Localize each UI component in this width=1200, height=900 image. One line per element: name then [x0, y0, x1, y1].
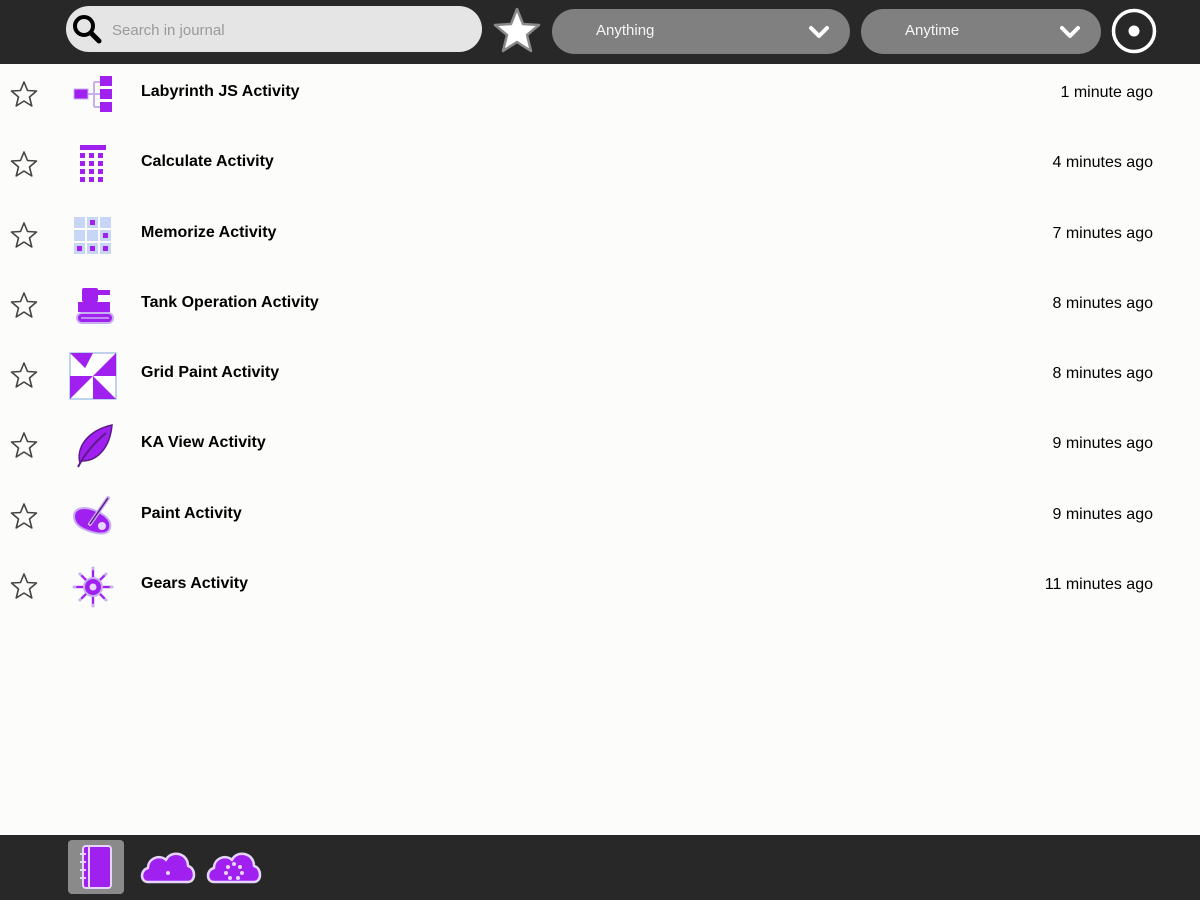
calculate-icon[interactable] [68, 140, 118, 190]
search-bar [66, 6, 482, 52]
list-item: Grid Paint Activity 8 minutes ago [0, 345, 1200, 415]
journal-icon [80, 845, 112, 889]
top-toolbar: Anything Anytime [0, 0, 1200, 64]
entry-title[interactable]: Gears Activity [141, 575, 248, 593]
entry-time: 9 minutes ago [1052, 435, 1153, 453]
list-item: Memorize Activity 7 minutes ago [0, 205, 1200, 275]
entry-time: 8 minutes ago [1052, 365, 1153, 383]
tab-private-cloud[interactable] [138, 840, 196, 894]
journal-list: Labyrinth JS Activity 1 minute ago Calcu… [0, 64, 1200, 626]
list-item: Paint Activity 9 minutes ago [0, 486, 1200, 556]
chevron-down-icon [1060, 26, 1080, 38]
memorize-icon[interactable] [68, 211, 118, 261]
list-item: Labyrinth JS Activity 1 minute ago [0, 64, 1200, 134]
list-item: Calculate Activity 4 minutes ago [0, 134, 1200, 204]
bottom-toolbar [0, 835, 1200, 900]
entry-time: 7 minutes ago [1052, 224, 1153, 242]
favorite-star-icon[interactable] [10, 291, 38, 319]
entry-time: 9 minutes ago [1052, 505, 1153, 523]
list-item: KA View Activity 9 minutes ago [0, 415, 1200, 485]
favorite-star-icon[interactable] [10, 221, 38, 249]
labyrinth-icon[interactable] [68, 70, 118, 120]
tab-journal[interactable] [68, 840, 124, 894]
type-filter-dropdown[interactable]: Anything [552, 9, 850, 54]
search-input[interactable] [110, 14, 464, 46]
paint-icon[interactable] [68, 492, 118, 542]
gears-icon[interactable] [68, 562, 118, 612]
favorite-star-icon[interactable] [10, 80, 38, 108]
favorites-filter-star-icon[interactable] [492, 6, 542, 54]
entry-time: 8 minutes ago [1052, 294, 1153, 312]
entry-title[interactable]: Labyrinth JS Activity [141, 83, 300, 101]
favorite-star-icon[interactable] [10, 572, 38, 600]
leaf-icon[interactable] [68, 421, 118, 471]
list-item: Tank Operation Activity 8 minutes ago [0, 275, 1200, 345]
list-item: Gears Activity 11 minutes ago [0, 556, 1200, 626]
favorite-star-icon[interactable] [10, 502, 38, 530]
entry-time: 1 minute ago [1060, 84, 1153, 101]
entry-title[interactable]: Memorize Activity [141, 224, 276, 242]
entry-title[interactable]: Paint Activity [141, 505, 242, 523]
type-filter-value: Anything [596, 22, 655, 39]
tank-icon[interactable] [68, 281, 118, 331]
time-filter-value: Anytime [905, 22, 960, 39]
search-icon [73, 15, 102, 44]
entry-time: 4 minutes ago [1052, 154, 1153, 172]
entry-title[interactable]: Tank Operation Activity [141, 294, 319, 312]
entry-title[interactable]: KA View Activity [141, 434, 266, 452]
entry-title[interactable]: Grid Paint Activity [141, 364, 279, 382]
entry-title[interactable]: Calculate Activity [141, 153, 274, 171]
cloud-private-icon [140, 852, 196, 884]
chevron-down-icon [809, 26, 829, 38]
favorite-star-icon[interactable] [10, 431, 38, 459]
cloud-shared-icon [206, 852, 262, 884]
entry-time: 11 minutes ago [1044, 576, 1153, 594]
grid-paint-icon[interactable] [68, 351, 118, 401]
favorite-star-icon[interactable] [10, 150, 38, 178]
favorite-star-icon[interactable] [10, 361, 38, 389]
tab-shared-cloud[interactable] [204, 840, 262, 894]
time-filter-dropdown[interactable]: Anytime [861, 9, 1101, 54]
stop-icon[interactable] [1111, 8, 1157, 54]
